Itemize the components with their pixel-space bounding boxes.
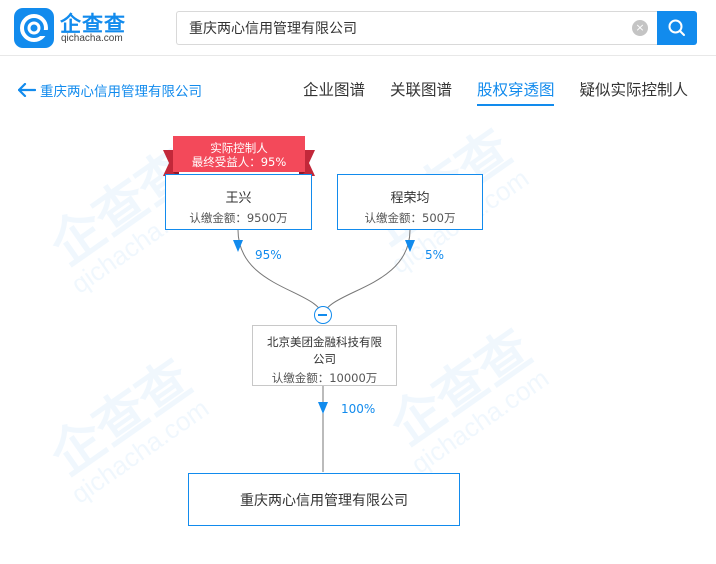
shareholder-name: 程荣均 — [390, 191, 430, 206]
shareholder-node[interactable]: 王兴 认缴金额：9500万 — [165, 174, 312, 230]
shareholder-node[interactable]: 程荣均 认缴金额：500万 — [337, 174, 483, 230]
target-company-node[interactable]: 重庆两心信用管理有限公司 — [188, 473, 460, 526]
ribbon-beneficiary: 最终受益人：95% — [191, 155, 287, 169]
share-percent-label: 95% — [255, 248, 282, 262]
intermediate-company-node[interactable]: 北京美团金融科技有限 公司 认缴金额：10000万 — [252, 325, 397, 386]
company-amount: 认缴金额：10000万 — [271, 371, 378, 385]
shareholder-amount: 认缴金额：9500万 — [189, 211, 288, 225]
shareholder-amount: 认缴金额：500万 — [364, 211, 456, 225]
company-name-line2: 公司 — [313, 352, 336, 366]
shareholder-name: 王兴 — [225, 191, 252, 206]
share-percent-label: 100% — [341, 402, 376, 416]
share-percent-label: 5% — [425, 248, 445, 262]
target-company-name: 重庆两心信用管理有限公司 — [240, 493, 408, 509]
arrow-down-icon — [318, 402, 328, 414]
company-name-line1: 北京美团金融科技有限 — [267, 335, 382, 349]
collapse-icon[interactable] — [314, 306, 332, 324]
ribbon-title: 实际控制人 — [210, 141, 268, 155]
